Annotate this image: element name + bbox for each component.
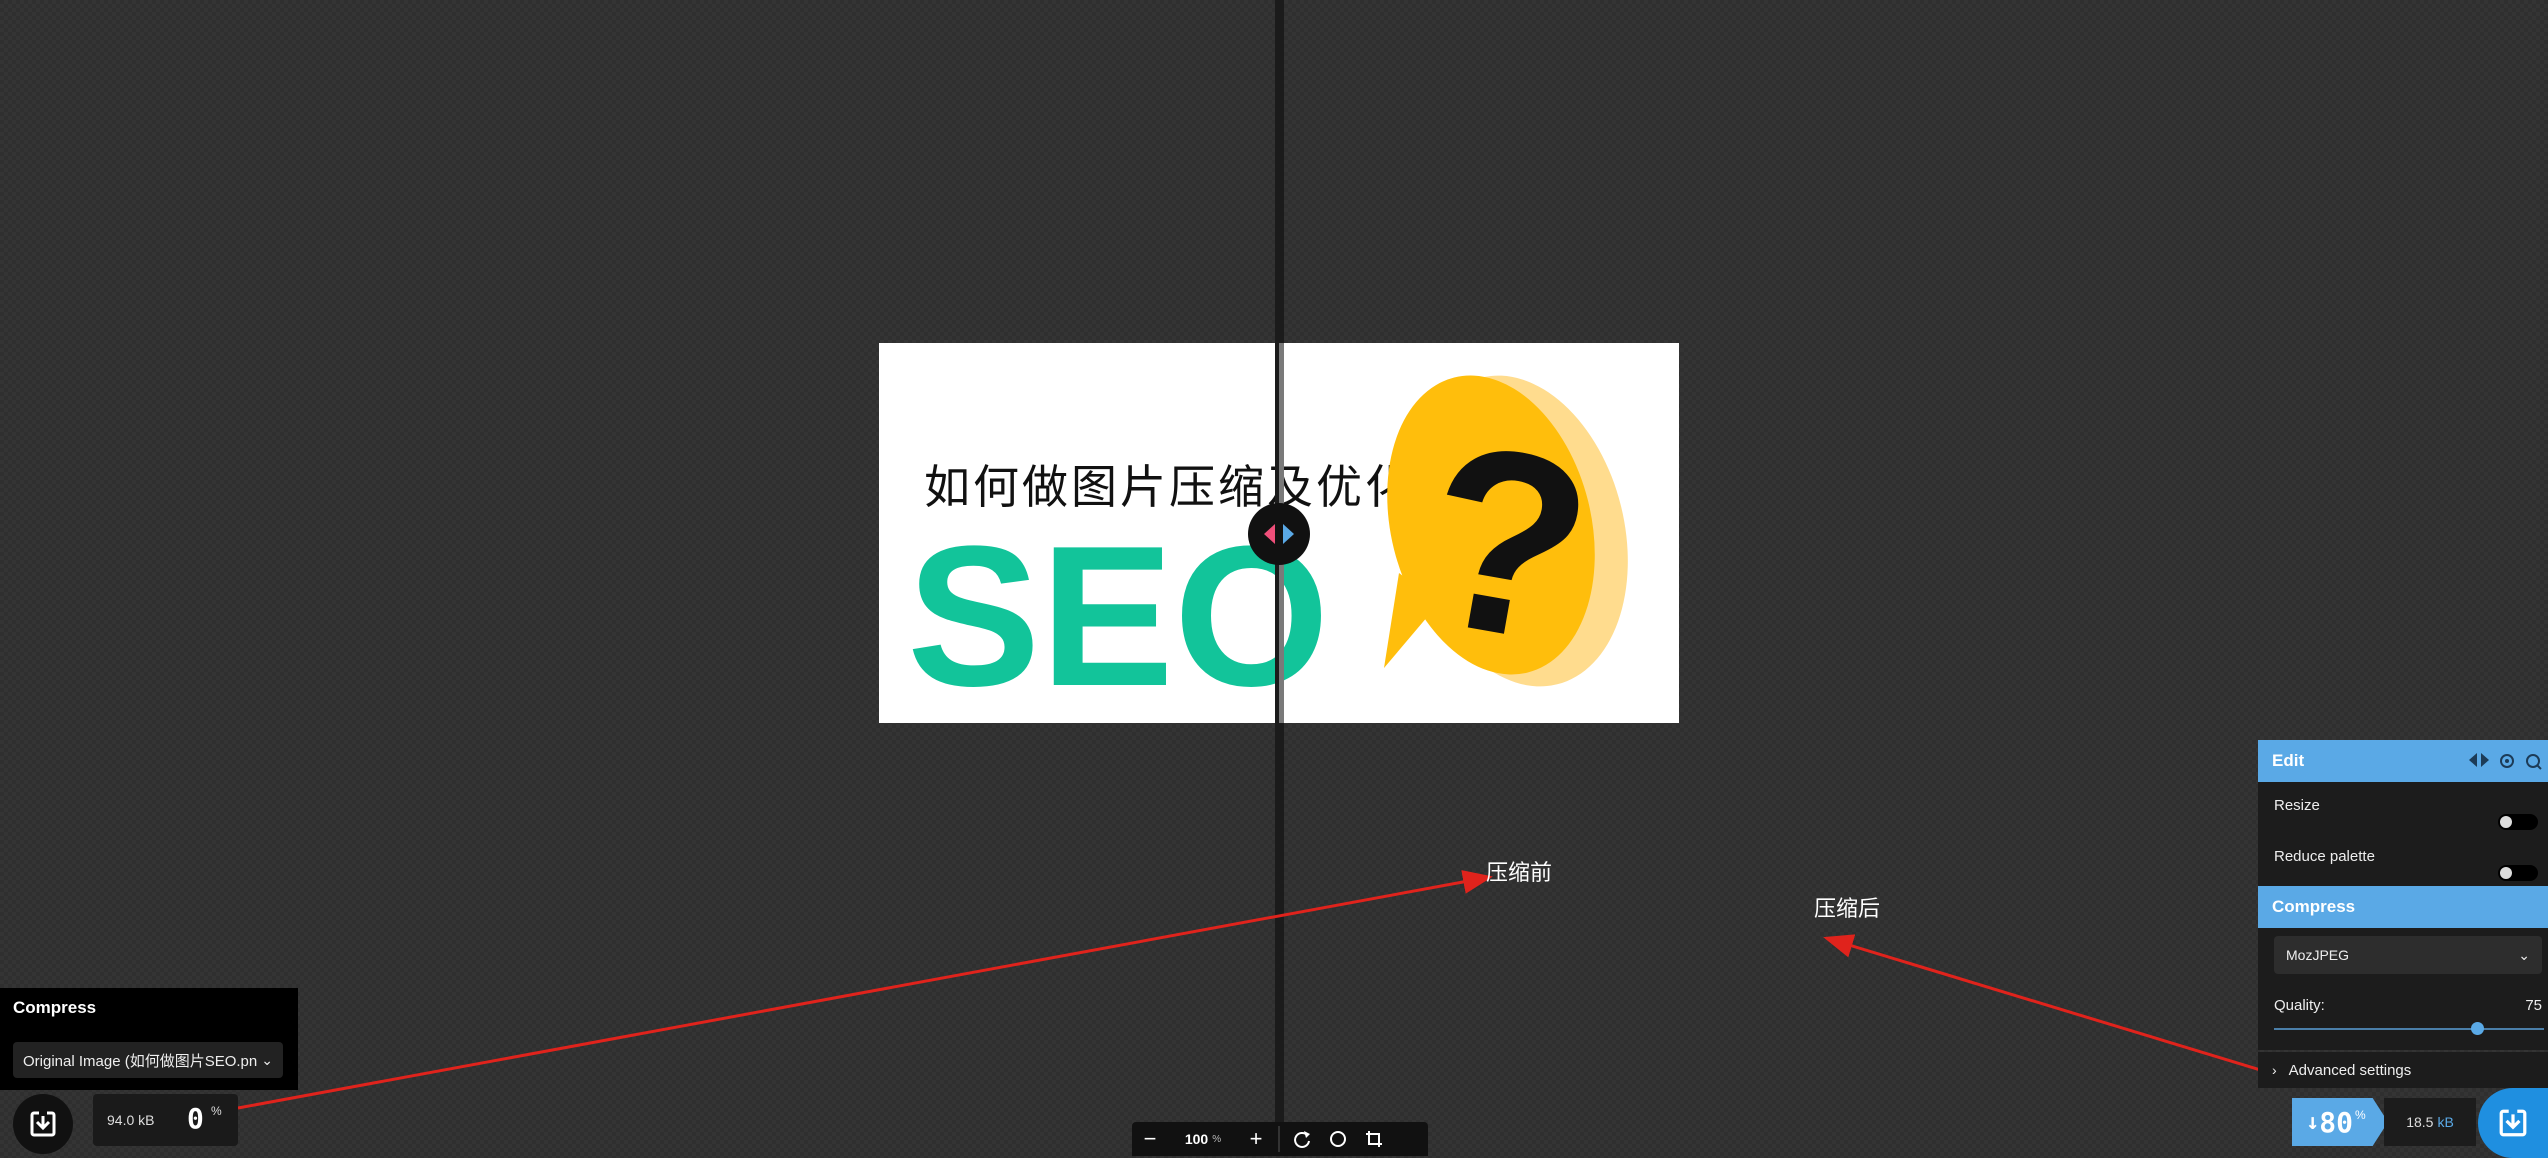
resize-toggle[interactable] bbox=[2498, 814, 2538, 830]
toggle-knob bbox=[2500, 816, 2512, 828]
before-annotation: 压缩前 bbox=[1486, 861, 1553, 886]
edit-title: Edit bbox=[2272, 751, 2305, 770]
zoom-toolbar: − 100% + bbox=[1132, 1122, 1428, 1156]
settings-icon[interactable] bbox=[2498, 752, 2516, 770]
savings-badge: ↓ 80 % bbox=[2292, 1098, 2388, 1146]
compress-title: Compress bbox=[2272, 897, 2356, 916]
circle-icon bbox=[1330, 1131, 1346, 1147]
chevron-right-icon: › bbox=[2272, 1062, 2277, 1078]
resize-label: Resize bbox=[2274, 797, 2320, 814]
advanced-settings-label: Advanced settings bbox=[2288, 1061, 2412, 1079]
left-size-info: 94.0 kB 0 % bbox=[93, 1094, 238, 1146]
right-options-panel: Edit Resize Reduce palette Compress MozJ… bbox=[2258, 740, 2548, 1050]
codec-select[interactable]: MozJPEG ⌄ bbox=[2274, 936, 2542, 974]
right-download-button[interactable] bbox=[2478, 1088, 2548, 1158]
quality-row: Quality: 75 bbox=[2274, 997, 2544, 1014]
edit-section-header: Edit bbox=[2258, 740, 2548, 782]
background-toggle-button[interactable] bbox=[1320, 1122, 1356, 1156]
resize-row: Resize bbox=[2274, 797, 2544, 830]
zoom-in-button[interactable]: + bbox=[1238, 1122, 1274, 1156]
copy-settings-icon[interactable] bbox=[2524, 752, 2542, 770]
chevron-down-icon: ⌄ bbox=[2518, 946, 2530, 963]
advanced-settings-toggle[interactable]: › Advanced settings bbox=[2258, 1052, 2548, 1088]
zoom-level[interactable]: 100% bbox=[1168, 1126, 1238, 1152]
compress-section-header: Compress bbox=[2258, 886, 2548, 928]
right-size-unit: kB bbox=[2437, 1114, 2454, 1130]
left-codec-select-value: Original Image (如何做图片SEO.pn bbox=[23, 1052, 258, 1070]
reduce-palette-label: Reduce palette bbox=[2274, 848, 2375, 865]
left-percent-sign: % bbox=[211, 1104, 222, 1118]
quality-slider-track[interactable] bbox=[2274, 1028, 2544, 1030]
rotate-button[interactable] bbox=[1284, 1122, 1320, 1156]
quality-value[interactable]: 75 bbox=[2525, 997, 2542, 1014]
left-codec-select[interactable]: Original Image (如何做图片SEO.pn ⌄ bbox=[13, 1042, 283, 1078]
minus-icon: − bbox=[1143, 1126, 1157, 1151]
left-download-button[interactable] bbox=[13, 1094, 73, 1154]
crop-button[interactable] bbox=[1356, 1122, 1392, 1156]
reduce-palette-toggle[interactable] bbox=[2498, 865, 2538, 881]
left-size-text: 94.0 kB bbox=[107, 1112, 155, 1128]
after-annotation: 压缩后 bbox=[1814, 897, 1881, 922]
right-size-info: 18.5 kB bbox=[2384, 1098, 2476, 1146]
savings-arrow: ↓ bbox=[2306, 1109, 2320, 1135]
codec-select-value: MozJPEG bbox=[2286, 947, 2350, 963]
zoom-out-button[interactable]: − bbox=[1132, 1122, 1168, 1156]
toggle-knob bbox=[2500, 867, 2512, 879]
left-options-panel: Compress Original Image (如何做图片SEO.pn ⌄ bbox=[0, 988, 298, 1090]
plus-icon: + bbox=[1249, 1126, 1263, 1151]
download-icon bbox=[2499, 1108, 2527, 1137]
before-arrow bbox=[237, 870, 1493, 1110]
reduce-palette-row: Reduce palette bbox=[2274, 848, 2544, 881]
toolbar-separator bbox=[1278, 1126, 1280, 1152]
quality-slider-handle[interactable] bbox=[2470, 1022, 2484, 1035]
split-arrows-icon bbox=[1264, 524, 1294, 544]
crop-icon bbox=[1366, 1131, 1382, 1147]
rotate-icon bbox=[1294, 1131, 1310, 1148]
left-percent-value: 0 bbox=[187, 1102, 204, 1135]
left-panel-title: Compress bbox=[13, 998, 97, 1017]
chevron-down-icon: ⌄ bbox=[261, 1051, 273, 1068]
swap-sides-icon[interactable] bbox=[2468, 752, 2490, 768]
savings-value: 80 bbox=[2319, 1105, 2353, 1139]
after-arrow bbox=[1823, 934, 2301, 1084]
quality-label: Quality: bbox=[2274, 997, 2325, 1014]
savings-sign: % bbox=[2354, 1108, 2366, 1122]
right-size-value: 18.5 bbox=[2406, 1114, 2434, 1130]
split-handle[interactable] bbox=[1248, 503, 1310, 565]
download-icon bbox=[30, 1110, 56, 1137]
